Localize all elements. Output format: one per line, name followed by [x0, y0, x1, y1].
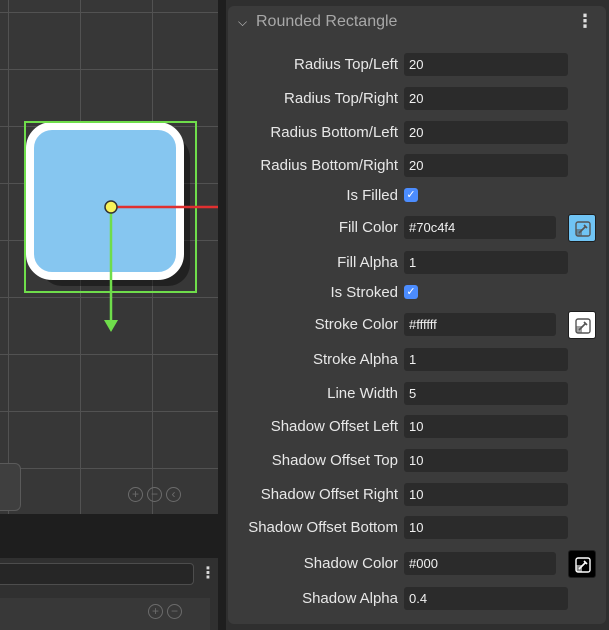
- pivot-handle: [104, 200, 118, 214]
- prop-label: Shadow Offset Right: [260, 486, 398, 503]
- rounded-rectangle-shape[interactable]: [0, 0, 218, 514]
- radius-bottom-left-field[interactable]: 20: [404, 121, 568, 144]
- prop-label: Shadow Color: [303, 555, 398, 572]
- prop-label: Radius Bottom/Right: [260, 157, 398, 174]
- prop-label: Shadow Offset Left: [270, 418, 398, 435]
- shadow-offset-top-field[interactable]: 10: [404, 449, 568, 472]
- shadow-offset-right-field[interactable]: 10: [404, 483, 568, 506]
- prop-row-shadow-alpha: Shadow Alpha 0.4: [228, 587, 606, 613]
- zoom-in-icon[interactable]: +: [128, 487, 143, 502]
- eyedropper-icon: [575, 221, 591, 237]
- prop-row-shadow-offset-right: Shadow Offset Right 10: [228, 483, 606, 509]
- prop-row-shadow-color: Shadow Color #000: [228, 550, 606, 578]
- prop-row-stroke-color: Stroke Color #ffffff: [228, 311, 606, 339]
- prop-row-shadow-offset-top: Shadow Offset Top 10: [228, 449, 606, 475]
- bottom-panel: ⋮ + −: [0, 558, 218, 630]
- fill-color-field[interactable]: #70c4f4: [404, 216, 556, 239]
- app-root: + − ‹ ⋮ + − ⌵ Rounded Rectangle ⋮ Radius…: [0, 0, 609, 630]
- component-card: ⌵ Rounded Rectangle ⋮ Radius Top/Left 20 R…: [228, 6, 606, 624]
- prop-label: Shadow Alpha: [302, 590, 398, 607]
- prop-row-shadow-offset-bottom: Shadow Offset Bottom 10: [228, 516, 606, 542]
- shadow-alpha-field[interactable]: 0.4: [404, 587, 568, 610]
- prop-label: Shadow Offset Top: [271, 452, 398, 469]
- prop-label: Fill Color: [338, 219, 398, 236]
- prop-row-shadow-offset-left: Shadow Offset Left 10: [228, 415, 606, 441]
- zoom-out-icon[interactable]: −: [147, 487, 162, 502]
- scene-zoom-controls: + − ‹: [128, 487, 181, 502]
- prop-row-fill-alpha: Fill Alpha 1: [228, 251, 606, 277]
- prop-label: Radius Top/Left: [294, 56, 398, 73]
- shadow-offset-left-field[interactable]: 10: [404, 415, 568, 438]
- prop-row-radius-bottom-right: Radius Bottom/Right 20: [228, 154, 606, 180]
- prop-row-radius-top-left: Radius Top/Left 20: [228, 53, 606, 79]
- prop-row-line-width: Line Width 5: [228, 382, 606, 408]
- is-filled-checkbox[interactable]: ✓: [404, 188, 418, 202]
- stroke-color-picker-button[interactable]: [568, 311, 596, 339]
- line-width-field[interactable]: 5: [404, 382, 568, 405]
- prop-label: Line Width: [327, 385, 398, 402]
- fill-alpha-field[interactable]: 1: [404, 251, 568, 274]
- prop-label: Is Stroked: [330, 284, 398, 301]
- stroke-color-field[interactable]: #ffffff: [404, 313, 556, 336]
- prop-row-stroke-alpha: Stroke Alpha 1: [228, 348, 606, 374]
- radius-top-right-field[interactable]: 20: [404, 87, 568, 110]
- prop-label: Fill Alpha: [337, 254, 398, 271]
- inspector-panel: ⌵ Rounded Rectangle ⋮ Radius Top/Left 20 R…: [226, 0, 609, 630]
- fill-color-picker-button[interactable]: [568, 214, 596, 242]
- radius-top-left-field[interactable]: 20: [404, 53, 568, 76]
- prop-label: Radius Top/Right: [284, 90, 398, 107]
- shadow-offset-bottom-field[interactable]: 10: [404, 516, 568, 539]
- radius-bottom-right-field[interactable]: 20: [404, 154, 568, 177]
- eyedropper-icon: [575, 557, 591, 573]
- prop-label: Radius Bottom/Left: [270, 124, 398, 141]
- prop-label: Shadow Offset Bottom: [248, 519, 398, 536]
- bottom-divider: [0, 514, 218, 558]
- zoom-reset-icon[interactable]: ‹: [166, 487, 181, 502]
- prop-row-radius-top-right: Radius Top/Right 20: [228, 87, 606, 113]
- prop-label: Stroke Color: [314, 316, 398, 333]
- is-stroked-checkbox[interactable]: ✓: [404, 285, 418, 299]
- prop-row-is-stroked: Is Stroked ✓: [228, 281, 606, 307]
- zoom-out-icon[interactable]: −: [167, 604, 182, 619]
- bottom-more-icon[interactable]: ⋮: [200, 564, 216, 584]
- component-header[interactable]: ⌵ Rounded Rectangle ⋮: [228, 6, 606, 38]
- component-title: Rounded Rectangle: [256, 13, 398, 30]
- prop-label: Is Filled: [346, 187, 398, 204]
- panel-splitter[interactable]: [218, 0, 226, 630]
- shadow-color-field[interactable]: #000: [404, 552, 556, 575]
- chevron-down-icon[interactable]: ⌵: [238, 15, 247, 30]
- scene-view[interactable]: + − ‹: [0, 0, 218, 514]
- more-options-icon[interactable]: ⋮: [576, 11, 594, 31]
- prop-label: Stroke Alpha: [312, 351, 398, 368]
- stroke-alpha-field[interactable]: 1: [404, 348, 568, 371]
- prop-row-radius-bottom-left: Radius Bottom/Left 20: [228, 121, 606, 147]
- scene-canvas: [24, 121, 218, 332]
- shape-body: [26, 122, 184, 280]
- shadow-color-picker-button[interactable]: [568, 550, 596, 578]
- bottom-search-input[interactable]: [0, 563, 194, 585]
- zoom-in-icon[interactable]: +: [148, 604, 163, 619]
- prop-row-is-filled: Is Filled ✓: [228, 184, 606, 210]
- floating-panel-edge[interactable]: [0, 463, 21, 511]
- prop-row-fill-color: Fill Color #70c4f4: [228, 214, 606, 242]
- bottom-zoom-controls: + −: [148, 604, 182, 619]
- y-axis-arrow: [104, 320, 118, 332]
- eyedropper-icon: [575, 318, 591, 334]
